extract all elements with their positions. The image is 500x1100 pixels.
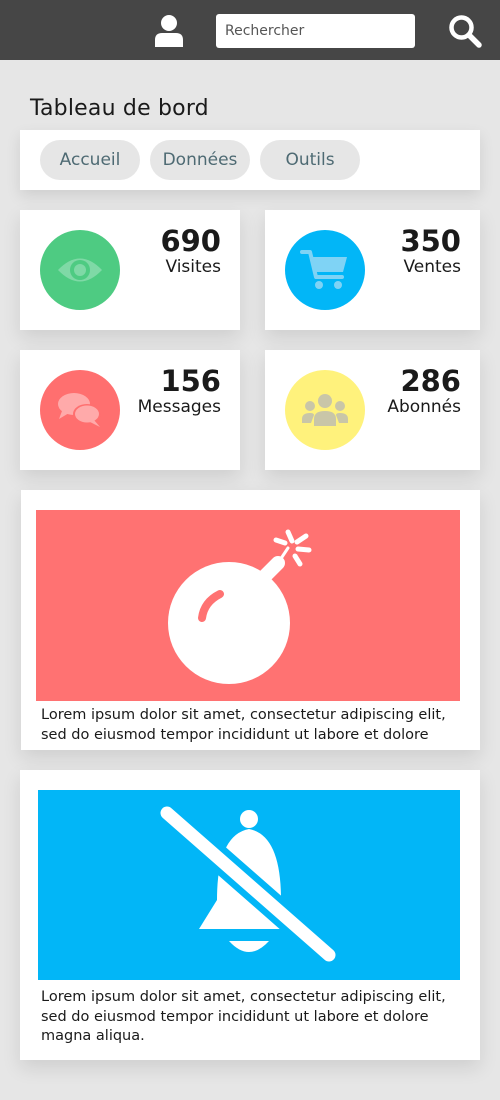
media-banner xyxy=(36,510,460,701)
top-bar xyxy=(0,0,500,60)
bell-slash-icon xyxy=(154,805,342,965)
stat-icon-circle xyxy=(40,370,120,450)
tab-donnees[interactable]: Données xyxy=(150,140,250,180)
stat-card-visites[interactable]: 690 Visites xyxy=(20,210,240,330)
tab-accueil[interactable]: Accueil xyxy=(40,140,140,180)
tab-outils[interactable]: Outils xyxy=(260,140,360,180)
stat-label: Abonnés xyxy=(387,397,461,417)
media-card-text: Lorem ipsum dolor sit amet, consectetur … xyxy=(41,707,446,743)
cart-icon xyxy=(300,250,347,289)
stat-icon-circle xyxy=(40,230,120,310)
media-card-notifications: Lorem ipsum dolor sit amet, consectetur … xyxy=(20,770,480,1060)
page-title: Tableau de bord xyxy=(30,96,209,121)
tabs-bar: Accueil Données Outils xyxy=(20,130,480,190)
stat-card-messages[interactable]: 156 Messages xyxy=(20,350,240,470)
stat-icon-circle xyxy=(285,230,365,310)
stat-icon-circle xyxy=(285,370,365,450)
stat-value: 690 xyxy=(160,224,221,258)
stat-label: Messages xyxy=(137,397,221,417)
stat-value: 350 xyxy=(400,224,461,258)
stat-label: Ventes xyxy=(403,257,461,277)
stat-label: Visites xyxy=(165,257,221,277)
bomb-icon xyxy=(168,529,312,684)
media-banner xyxy=(38,790,460,980)
eye-icon xyxy=(58,258,102,282)
media-card-text: Lorem ipsum dolor sit amet, consectetur … xyxy=(41,989,446,1044)
stat-card-ventes[interactable]: 350 Ventes xyxy=(265,210,480,330)
chat-icon xyxy=(58,393,101,427)
stat-value: 156 xyxy=(160,364,221,398)
group-icon xyxy=(302,394,348,426)
search-input[interactable] xyxy=(216,14,415,48)
user-icon[interactable] xyxy=(155,15,183,47)
stat-value: 286 xyxy=(400,364,461,398)
media-card-bomb: Lorem ipsum dolor sit amet, consectetur … xyxy=(21,490,480,750)
search-icon[interactable] xyxy=(448,14,482,48)
stat-card-abonnes[interactable]: 286 Abonnés xyxy=(265,350,480,470)
